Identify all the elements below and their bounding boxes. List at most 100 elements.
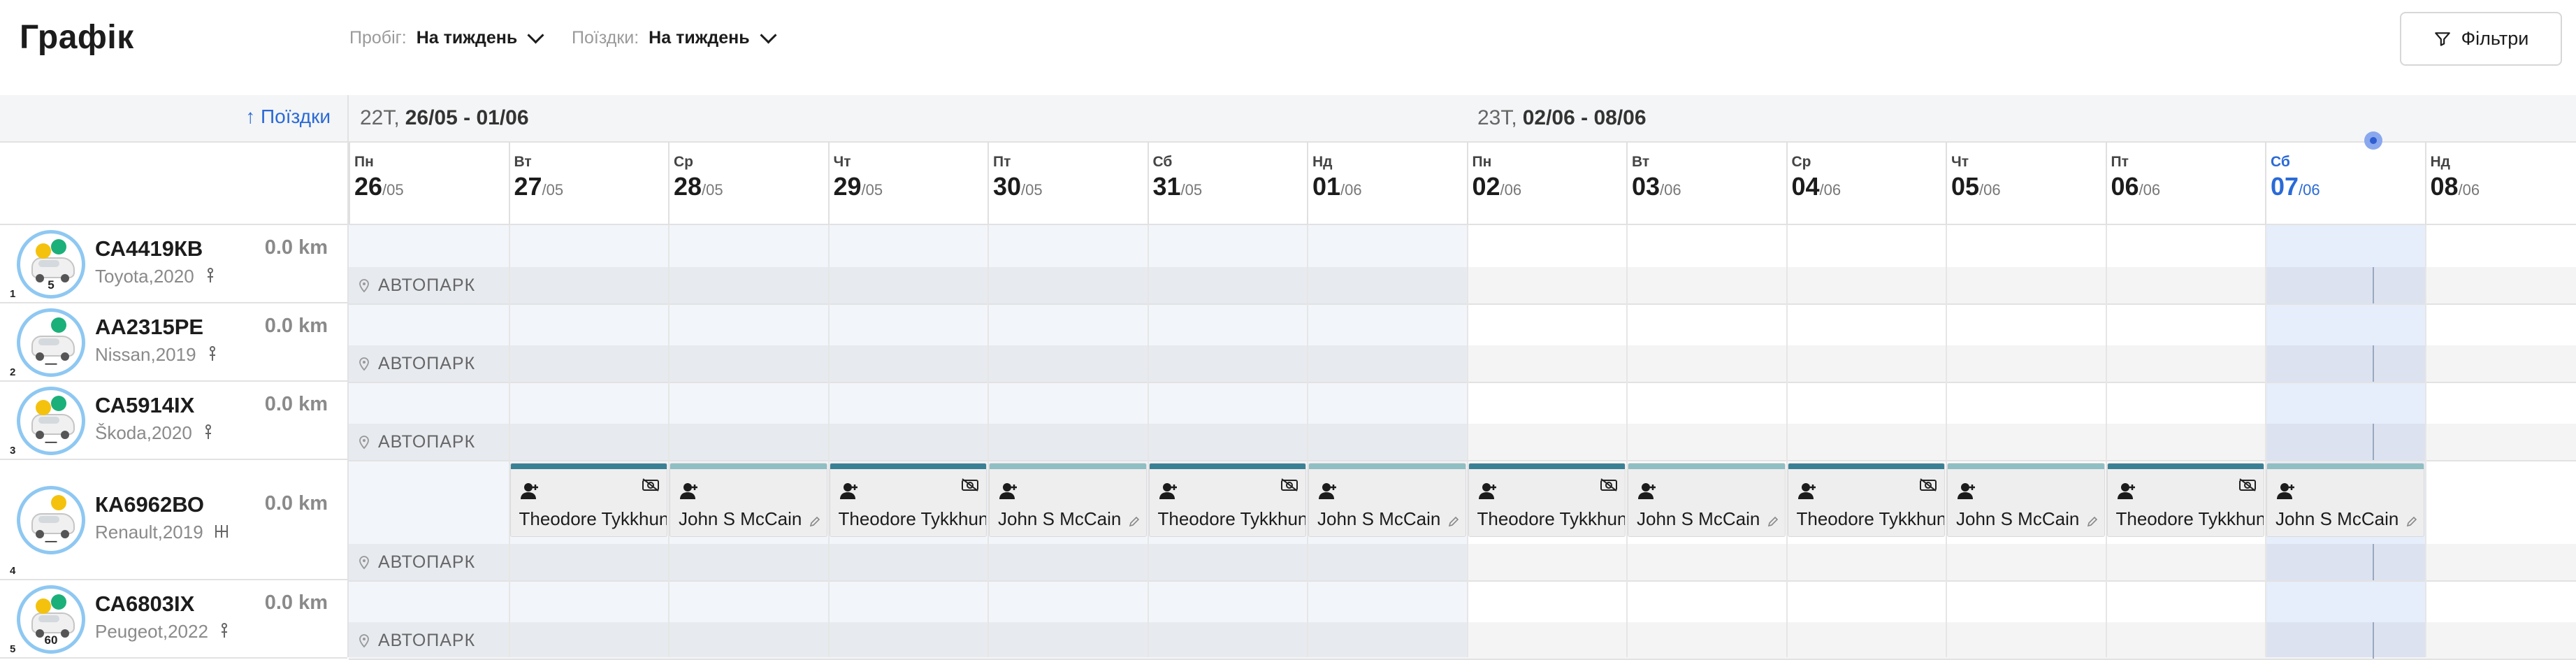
day-header[interactable]: Вт03/06 (1626, 141, 1786, 225)
vehicle-index: 2 (10, 366, 15, 378)
chevron-down-icon[interactable] (760, 27, 776, 43)
day-date: 26/05 (354, 172, 404, 201)
vehicle-row[interactable]: 560СА6803ІХPeugeot,2022 0.0 km (0, 580, 347, 659)
vehicle-row[interactable]: 3—СА5914ІХŠkoda,2020 0.0 km (0, 382, 347, 460)
trip-block[interactable]: Theodore Tykkhun (510, 463, 668, 537)
vehicle-model-text: Toyota,2020 (95, 266, 194, 287)
day-date: 01/06 (1312, 172, 1362, 201)
day-of-week: Нд (1312, 154, 1333, 171)
now-line (2373, 622, 2374, 659)
day-month: /05 (862, 181, 883, 199)
trip-driver-name: Theodore Tykkhun (1158, 508, 1307, 530)
day-date: 29/05 (834, 172, 883, 201)
day-header[interactable]: Сб31/05 (1148, 141, 1308, 225)
day-date: 28/05 (674, 172, 723, 201)
location-band: АВТОПАРК (349, 622, 2576, 659)
vehicle-plate: СА6803ІХ (95, 591, 194, 617)
vehicle-model: Škoda,2020 (95, 422, 214, 445)
edit-pencil-icon[interactable] (1447, 515, 1460, 528)
trip-block[interactable]: John S McCain (989, 463, 1147, 537)
day-number: 27 (514, 172, 542, 201)
day-header[interactable]: Сб07/06 (2265, 141, 2425, 225)
vehicle-row[interactable]: 4—КА6962ВОRenault,2019 0.0 km (0, 460, 347, 580)
trip-block[interactable]: Theodore Tykkhun (1149, 463, 1307, 537)
trip-block[interactable]: John S McCain (1628, 463, 1786, 537)
day-header[interactable]: Ср04/06 (1786, 141, 1946, 225)
status-badge (51, 317, 66, 333)
driver-icon (679, 482, 700, 500)
trip-block[interactable]: John S McCain (2266, 463, 2424, 537)
location-tag: АВТОПАРК (359, 631, 475, 651)
trip-block[interactable]: Theodore Tykkhun (2107, 463, 2265, 537)
trip-driver-name: John S McCain (679, 508, 802, 530)
status-badge (36, 243, 51, 259)
sort-trips-link[interactable]: ↑ Поїздки (245, 106, 331, 128)
edit-pencil-icon[interactable] (2086, 515, 2099, 528)
vehicle-avatar: — (17, 308, 85, 377)
day-header[interactable]: Ср28/05 (668, 141, 828, 225)
day-header[interactable]: Чт05/06 (1946, 141, 2106, 225)
day-column-line (2425, 225, 2426, 657)
day-header[interactable]: Вт27/05 (509, 141, 669, 225)
day-date: 05/06 (1951, 172, 2001, 201)
trips-value[interactable]: На тиждень (649, 28, 749, 48)
chevron-down-icon[interactable] (528, 27, 544, 43)
trip-block[interactable]: Theodore Tykkhun (830, 463, 987, 537)
trip-driver-name: John S McCain (998, 508, 1121, 530)
trip-block[interactable]: John S McCain (670, 463, 827, 537)
day-of-week: Нд (2431, 154, 2451, 171)
vehicle-index: 1 (10, 288, 15, 300)
driver-icon (1477, 482, 1498, 500)
trip-status-bar (670, 464, 827, 469)
day-of-week: Пн (1472, 154, 1492, 171)
day-of-week: Вт (514, 154, 532, 171)
day-header[interactable]: Пн26/05 (349, 141, 509, 225)
mileage-filter[interactable]: Пробіг: На тиждень (349, 28, 542, 48)
driver-icon (1637, 482, 1658, 500)
trips-label: Поїздки: (572, 28, 639, 48)
filters-button[interactable]: Фільтри (2400, 12, 2562, 66)
row-divider (349, 303, 2576, 305)
trip-block[interactable]: John S McCain (1947, 463, 2105, 537)
day-date: 06/06 (2111, 172, 2161, 201)
no-photo-icon (1919, 478, 1937, 492)
location-band: АВТОПАРК (349, 544, 2576, 580)
vehicle-mileage: 0.0 km (265, 492, 328, 515)
day-date: 08/06 (2431, 172, 2480, 201)
day-column-line (1307, 225, 1308, 657)
vehicle-plate: АА2315РЕ (95, 315, 203, 340)
day-column-line (2106, 225, 2107, 657)
no-photo-icon (961, 478, 979, 492)
day-header[interactable]: Пт30/05 (987, 141, 1148, 225)
edit-pencil-icon[interactable] (2405, 515, 2418, 528)
week-range: 26/05 - 01/06 (405, 106, 529, 130)
day-header[interactable]: Чт29/05 (828, 141, 988, 225)
no-photo-icon (1600, 478, 1618, 492)
vehicle-row[interactable]: 15СА4419КВToyota,2020 0.0 km (0, 225, 347, 303)
edit-pencil-icon[interactable] (809, 515, 821, 528)
day-number: 07 (2271, 172, 2299, 201)
day-number: 05 (1951, 172, 1979, 201)
day-header[interactable]: Нд01/06 (1307, 141, 1467, 225)
location-band: АВТОПАРК (349, 424, 2576, 460)
trip-block[interactable]: John S McCain (1308, 463, 1466, 537)
edit-pencil-icon[interactable] (1128, 515, 1141, 528)
day-month: /05 (702, 181, 723, 199)
day-column-line (1786, 225, 1788, 657)
edit-pencil-icon[interactable] (1767, 515, 1779, 528)
driver-icon (2116, 482, 2137, 500)
map-pin-icon (359, 556, 370, 570)
trips-filter[interactable]: Поїздки: На тиждень (572, 28, 774, 48)
trip-block[interactable]: Theodore Tykkhun (1468, 463, 1626, 537)
day-of-week: Сб (2271, 154, 2290, 171)
vehicle-mileage: 0.0 km (265, 315, 328, 338)
vehicle-row[interactable]: 2—АА2315РЕNissan,2019 0.0 km (0, 303, 347, 382)
day-header[interactable]: Пн02/06 (1467, 141, 1627, 225)
trip-status-bar (1628, 464, 1785, 469)
trip-block[interactable]: Theodore Tykkhun (1788, 463, 1946, 537)
trip-driver-name: John S McCain (1956, 508, 2079, 530)
mileage-value[interactable]: На тиждень (417, 28, 517, 48)
day-header[interactable]: Нд08/06 (2425, 141, 2576, 225)
day-header[interactable]: Пт06/06 (2106, 141, 2266, 225)
day-date: 03/06 (1632, 172, 1681, 201)
